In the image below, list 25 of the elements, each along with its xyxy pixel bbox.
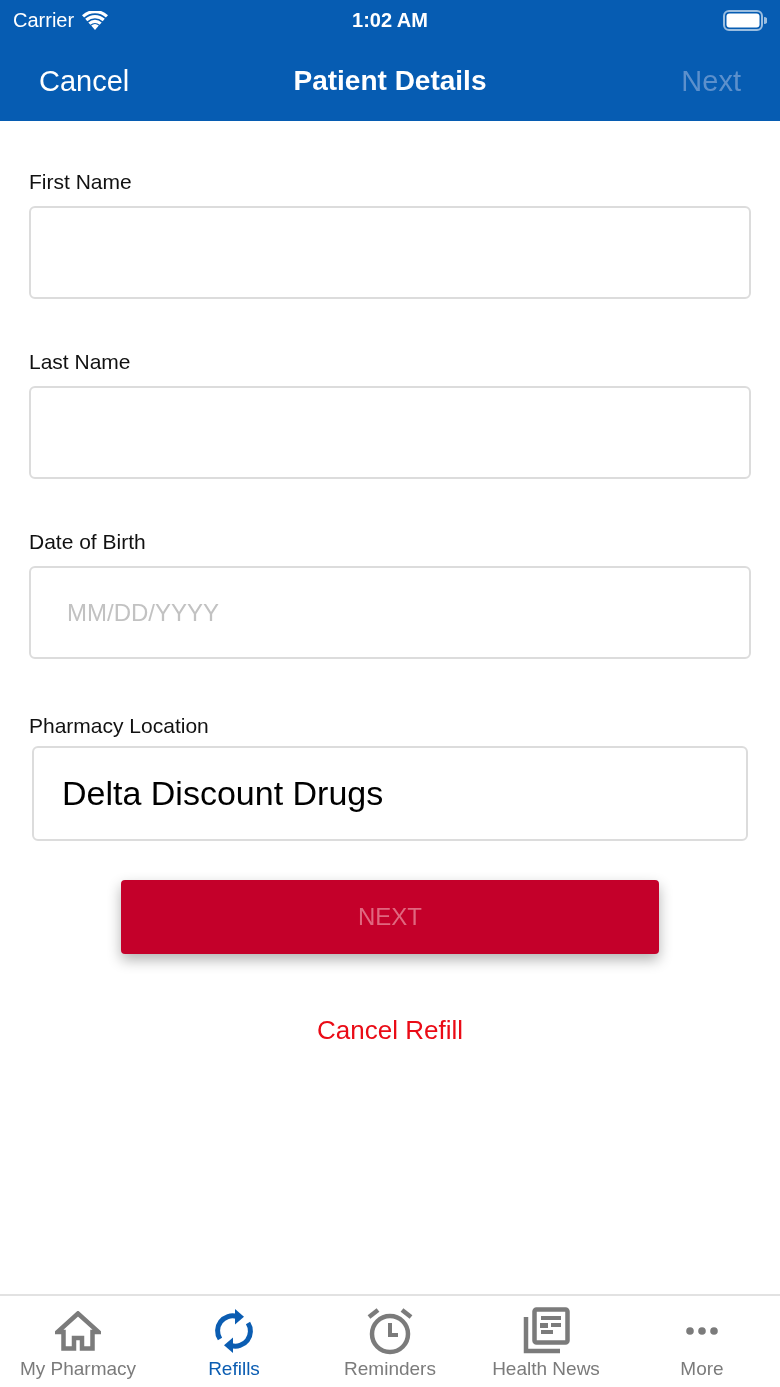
alarm-clock-icon [366, 1307, 414, 1355]
tab[interactable]: Health News [468, 1296, 624, 1387]
newspaper-icon [522, 1307, 570, 1355]
cancel-button[interactable]: Cancel [39, 63, 130, 98]
cancel-refill-link[interactable]: Cancel Refill [317, 1015, 463, 1045]
tab[interactable]: More [624, 1296, 780, 1387]
tab[interactable]: Refills [156, 1296, 312, 1387]
picker-field[interactable]: Delta Discount Drugs [32, 746, 748, 841]
field-label: Date of Birth [29, 530, 146, 554]
field-label: Last Name [29, 350, 131, 374]
clock-time: 1:02 AM [351, 8, 429, 32]
field-label: Pharmacy Location [29, 714, 209, 738]
wifi-icon [82, 10, 109, 30]
tab[interactable]: My Pharmacy [0, 1296, 156, 1387]
input-field[interactable]: MM/DD/YYYY [29, 566, 751, 659]
input-field[interactable] [29, 206, 751, 299]
home-icon [55, 1311, 101, 1351]
field-label: First Name [29, 170, 132, 194]
tab[interactable]: Reminders [312, 1296, 468, 1387]
refresh-icon [214, 1307, 254, 1355]
page-title: Patient Details [292, 63, 488, 98]
input-field[interactable] [29, 386, 751, 479]
battery-icon [723, 9, 767, 31]
more-icon [686, 1327, 718, 1335]
carrier-name: Carrier [13, 8, 75, 32]
